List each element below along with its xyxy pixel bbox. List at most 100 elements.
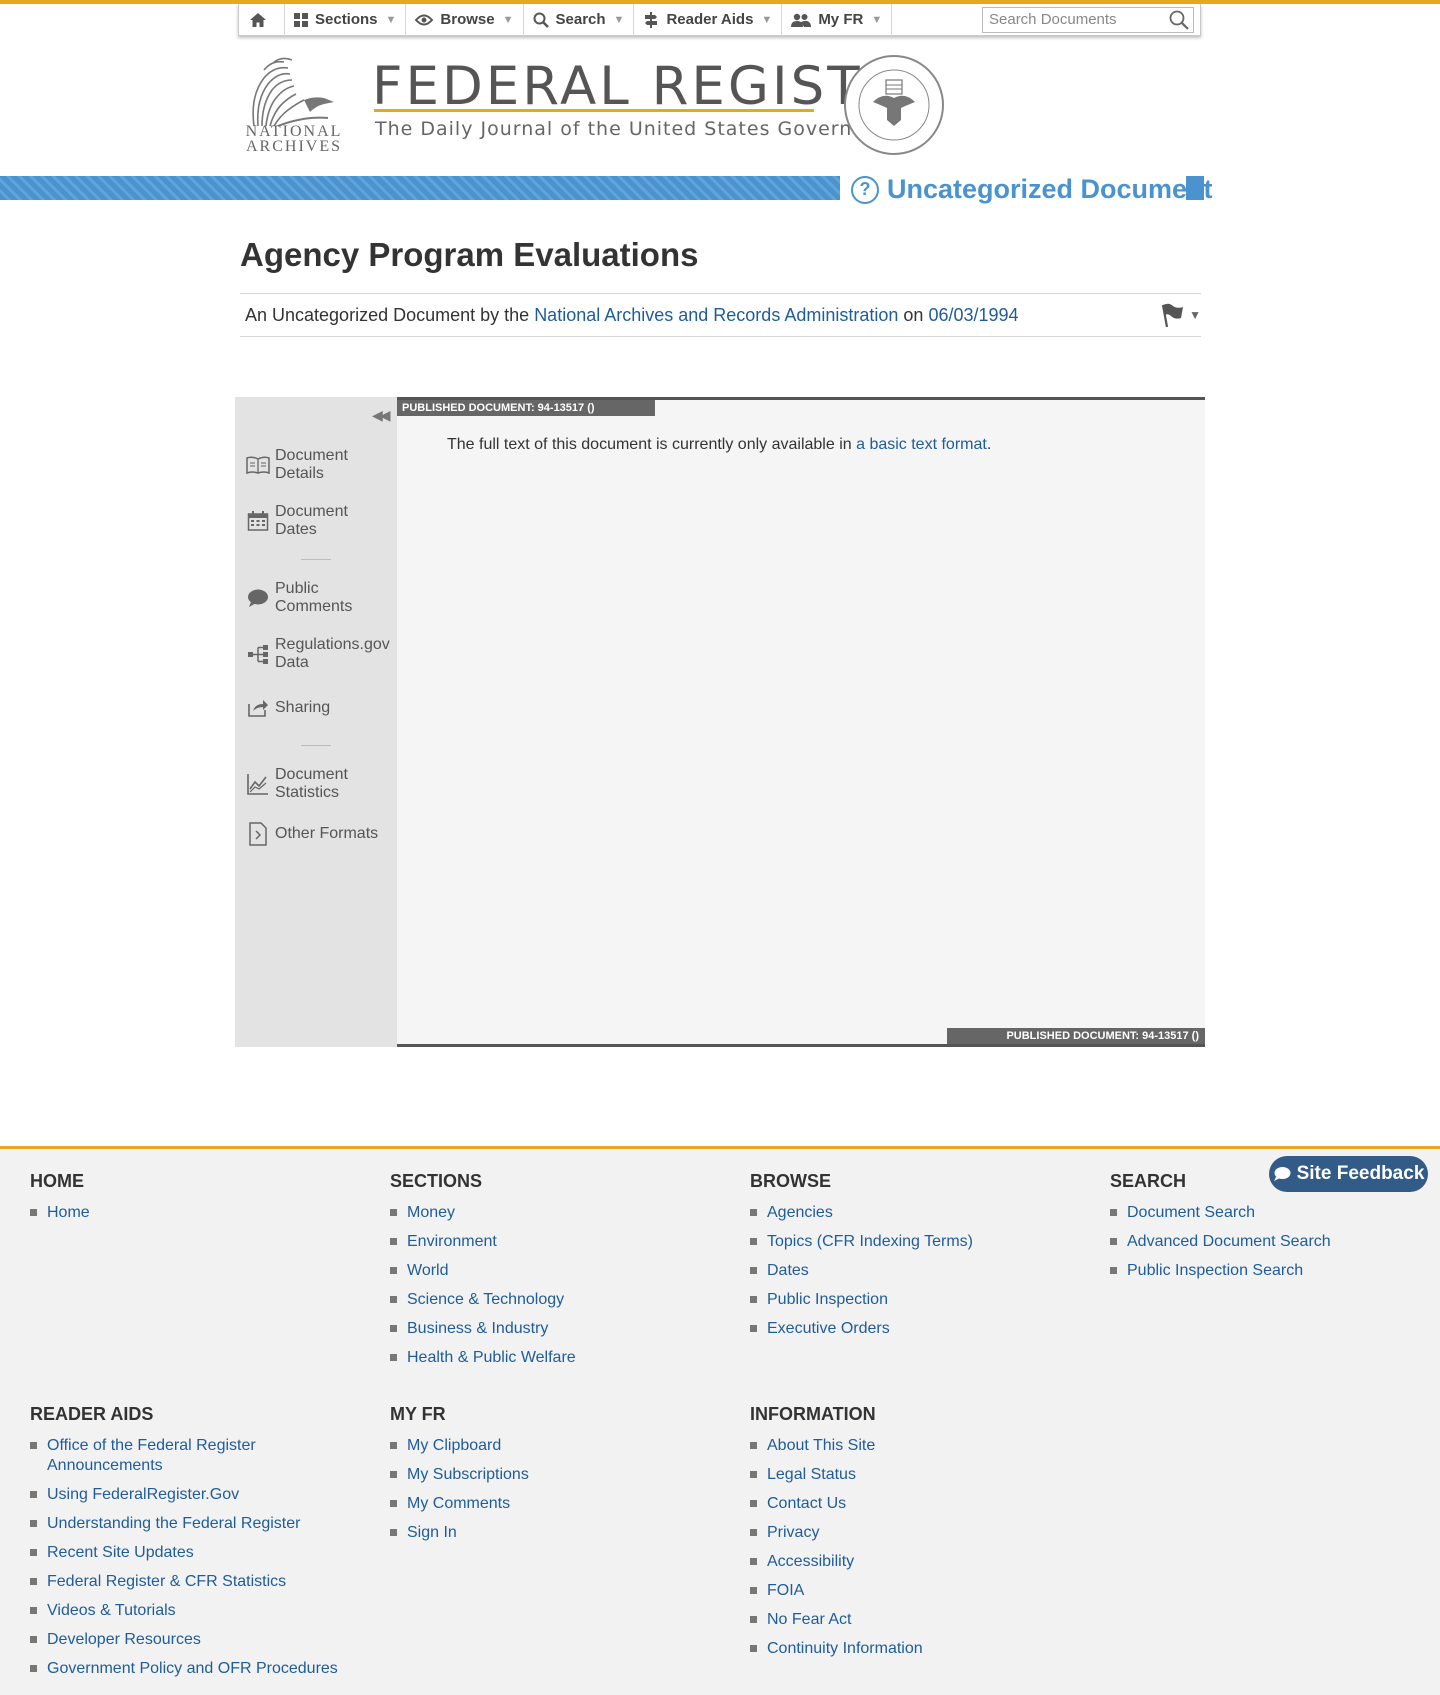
footer-link[interactable]: Advanced Document Search (1110, 1232, 1331, 1252)
sidebar-item-label: Dates (275, 521, 317, 538)
sidebar-item-label: Sharing (275, 699, 331, 716)
full-text-prefix: The full text of this document is curren… (447, 436, 852, 453)
footer-link[interactable]: Privacy (750, 1523, 923, 1543)
footer-heading: INFORMATION (750, 1404, 876, 1424)
sidebar-item-label: Statistics (275, 784, 340, 801)
sidebar-item-label: Details (275, 465, 324, 482)
footer-link[interactable]: Federal Register & CFR Statistics (30, 1572, 360, 1592)
footer-heading: BROWSE (750, 1171, 831, 1191)
footer-link[interactable]: About This Site (750, 1436, 923, 1456)
footer-link[interactable]: No Fear Act (750, 1610, 923, 1630)
collapse-sidebar-icon[interactable]: ◀◀ (372, 407, 390, 424)
nara-seal-logo[interactable] (843, 54, 945, 156)
footer-link[interactable]: Legal Status (750, 1465, 923, 1485)
nav-home[interactable] (239, 3, 285, 36)
footer-link[interactable]: My Subscriptions (390, 1465, 529, 1485)
footer-heading: SECTIONS (390, 1171, 483, 1191)
signpost-icon (645, 11, 658, 28)
nav-search[interactable]: Search ▼ (524, 3, 635, 36)
footer-link[interactable]: Money (390, 1203, 576, 1223)
footer-heading: READER AIDS (30, 1404, 154, 1424)
share-icon (248, 700, 268, 717)
footer-link[interactable]: Science & Technology (390, 1290, 576, 1310)
document-sidebar (235, 397, 397, 1047)
sidebar-item-public-comments[interactable]: Public Comments (245, 580, 352, 616)
footer-col-sections: SECTIONS Money Environment World Science… (390, 1171, 576, 1377)
document-content (397, 397, 1205, 1047)
footer-link[interactable]: Continuity Information (750, 1639, 923, 1659)
footer-col-information: INFORMATION About This Site Legal Status… (750, 1404, 923, 1668)
footer-link[interactable]: Executive Orders (750, 1319, 973, 1339)
chevron-down-icon: ▼ (1189, 308, 1201, 322)
sidebar-item-other-formats[interactable]: Other Formats (245, 822, 378, 846)
footer-link[interactable]: World (390, 1261, 576, 1281)
footer-link[interactable]: Developer Resources (30, 1630, 360, 1650)
published-document-label-top: PUBLISHED DOCUMENT: 94-13517 () (397, 400, 655, 416)
nav-my-fr[interactable]: My FR ▼ (782, 3, 893, 36)
footer-link[interactable]: Office of the Federal Register Announcem… (30, 1436, 270, 1476)
footer-col-my-fr: MY FR My Clipboard My Subscriptions My C… (390, 1404, 529, 1552)
network-icon (248, 645, 268, 664)
chevron-down-icon: ▼ (385, 13, 397, 26)
footer-link[interactable]: Recent Site Updates (30, 1543, 360, 1563)
footer-col-reader-aids: READER AIDS Office of the Federal Regist… (30, 1404, 360, 1688)
footer-link[interactable]: Agencies (750, 1203, 973, 1223)
sidebar-item-document-dates[interactable]: Document Dates (245, 503, 348, 539)
footer-link[interactable]: Understanding the Federal Register (30, 1514, 360, 1534)
archives-line-2: ARCHIVES (245, 138, 342, 155)
help-icon[interactable]: ? (851, 175, 879, 204)
footer-link[interactable]: Home (30, 1203, 90, 1223)
nav-reader-aids[interactable]: Reader Aids ▼ (634, 3, 783, 36)
sidebar-item-label: Document (275, 447, 348, 464)
footer-link[interactable]: Sign In (390, 1523, 529, 1543)
full-text-notice: The full text of this document is curren… (447, 436, 991, 454)
published-document-label-bottom: PUBLISHED DOCUMENT: 94-13517 () (947, 1028, 1205, 1044)
agency-link[interactable]: National Archives and Records Administra… (534, 305, 898, 326)
footer-link[interactable]: Contact Us (750, 1494, 923, 1514)
calendar-icon (247, 511, 269, 531)
eye-icon (415, 14, 434, 25)
footer-link[interactable]: FOIA (750, 1581, 923, 1601)
footer-link[interactable]: Government Policy and OFR Procedures (30, 1659, 360, 1679)
banner-stripe (0, 176, 840, 200)
nav-sections[interactable]: Sections ▼ (285, 3, 407, 36)
footer-link[interactable]: Dates (750, 1261, 973, 1281)
sidebar-item-regulations-gov-data[interactable]: Regulations.gov Data (245, 636, 390, 672)
footer-link[interactable]: Health & Public Welfare (390, 1348, 576, 1368)
footer-link[interactable]: Environment (390, 1232, 576, 1252)
publication-date-link[interactable]: 06/03/1994 (928, 305, 1018, 326)
search-icon[interactable] (1169, 10, 1189, 30)
site-subtitle: The Daily Journal of the United States G… (375, 118, 907, 140)
footer-link[interactable]: Using FederalRegister.Gov (30, 1485, 360, 1505)
sidebar-item-sharing[interactable]: Sharing (245, 698, 330, 718)
document-type-heading: ? Uncategorized Document (851, 174, 1213, 205)
footer-link[interactable]: Public Inspection Search (1110, 1261, 1331, 1281)
nav-browse[interactable]: Browse ▼ (406, 3, 524, 36)
byline-prefix: An Uncategorized Document by the (245, 304, 530, 325)
nav-browse-label: Browse (440, 11, 495, 28)
site-feedback-button[interactable]: Site Feedback (1269, 1156, 1428, 1192)
archives-line-1: NATIONAL (245, 123, 343, 140)
full-text-suffix: . (986, 436, 992, 453)
footer-link[interactable]: Videos & Tutorials (30, 1601, 360, 1621)
footer-link[interactable]: Public Inspection (750, 1290, 973, 1310)
search-input[interactable] (989, 11, 1169, 28)
footer-col-home: HOME Home (30, 1171, 90, 1232)
users-icon (791, 13, 812, 27)
sidebar-item-document-statistics[interactable]: Document Statistics (245, 766, 348, 802)
footer-link[interactable]: Accessibility (750, 1552, 923, 1572)
footer-link[interactable]: My Comments (390, 1494, 529, 1514)
site-feedback-label: Site Feedback (1296, 1163, 1425, 1184)
basic-text-format-link[interactable]: a basic text format (856, 436, 987, 453)
footer-link[interactable]: Document Search (1110, 1203, 1331, 1223)
footer-link[interactable]: Business & Industry (390, 1319, 576, 1339)
chevron-down-icon: ▼ (871, 13, 883, 26)
flag-menu[interactable]: ▼ (1159, 302, 1201, 328)
sidebar-item-document-details[interactable]: Document Details (245, 447, 348, 483)
national-archives-wordmark: NATIONAL ARCHIVES (244, 123, 344, 155)
page-title: Agency Program Evaluations (240, 236, 699, 273)
footer-link[interactable]: Topics (CFR Indexing Terms) (750, 1232, 973, 1252)
footer-link[interactable]: My Clipboard (390, 1436, 529, 1456)
document-byline: An Uncategorized Document by the Nationa… (240, 293, 1201, 337)
sidebar-item-label: Other Formats (275, 825, 379, 842)
